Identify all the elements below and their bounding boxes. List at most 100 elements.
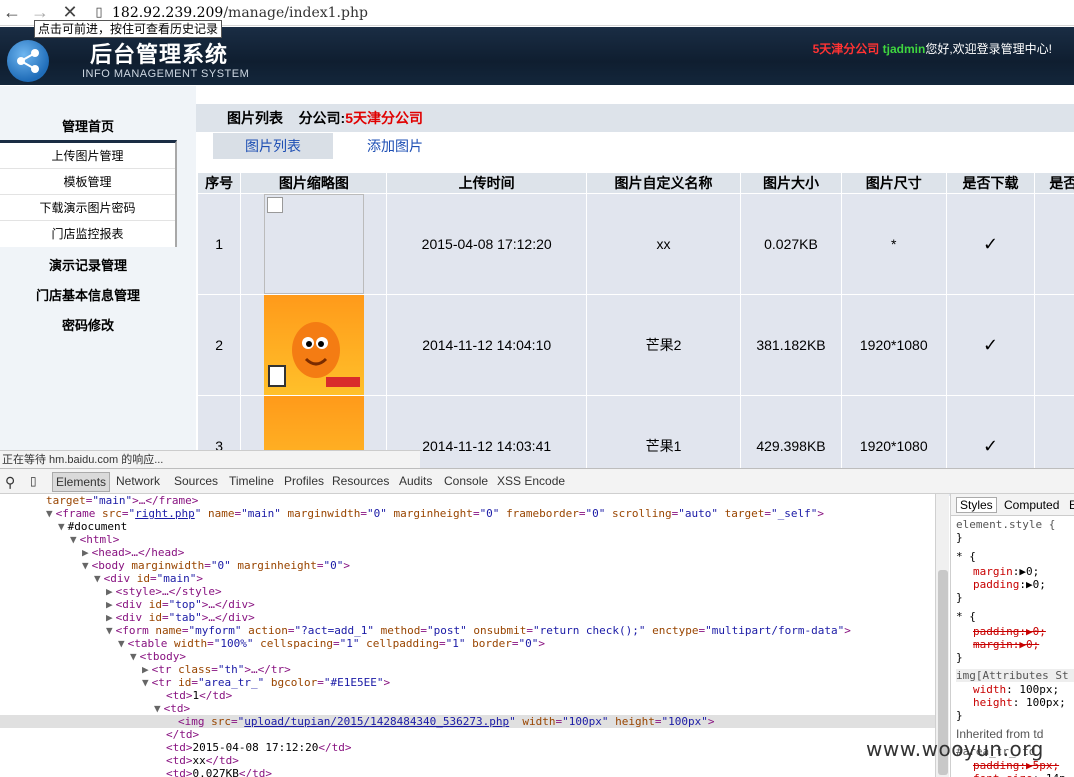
cell-no: 1 bbox=[198, 194, 241, 294]
sidebar-sub-download-password[interactable]: 下载演示图片密码 bbox=[0, 195, 175, 221]
styles-tab[interactable]: Styles bbox=[956, 497, 997, 513]
sidebar-sub-upload[interactable]: 上传图片管理 bbox=[0, 143, 175, 169]
devtools-tab-sources[interactable]: Sources bbox=[174, 474, 218, 488]
mobile-icon[interactable]: ▯ bbox=[30, 474, 37, 488]
check-icon: ✓ bbox=[1035, 194, 1074, 294]
col-dim: 图片尺寸 bbox=[841, 173, 946, 193]
table-row: 2 2014-11-12 14:04:10 芒果2 381.182KB 1920… bbox=[198, 295, 1074, 395]
cell-name: 芒果2 bbox=[586, 295, 741, 395]
forward-arrow-icon[interactable]: → bbox=[30, 2, 50, 22]
sidebar-item-store-info[interactable]: 门店基本信息管理 bbox=[0, 285, 176, 304]
dom-line[interactable]: ▼ <body marginwidth="0" marginheight="0"> bbox=[82, 559, 350, 572]
devtools-tab-console[interactable]: Console bbox=[444, 474, 488, 488]
style-prop[interactable]: margin:▶0; bbox=[973, 565, 1039, 578]
watermark-text: www.wooyun.org bbox=[866, 737, 1044, 761]
stop-icon[interactable]: ✕ bbox=[60, 2, 80, 22]
sidebar-item-home[interactable]: 管理首页 bbox=[0, 116, 176, 135]
header-company: 5天津分公司 bbox=[812, 42, 880, 56]
dom-line[interactable]: ▼ <frame src="right.php" name="main" marg… bbox=[46, 507, 824, 520]
screen: ← → ✕ ▯ 182.92.239.209/manage/index1.php… bbox=[0, 0, 1074, 777]
system-subtitle: INFO MANAGEMENT SYSTEM bbox=[82, 68, 250, 80]
dom-line[interactable]: ▶ <div id="tab">…</div> bbox=[106, 611, 255, 624]
dom-scrollbar[interactable] bbox=[935, 494, 949, 777]
col-name: 图片自定义名称 bbox=[586, 173, 741, 193]
style-prop-overridden[interactable]: padding:▶0; bbox=[973, 625, 1046, 638]
col-extra: 是否 bbox=[1035, 173, 1074, 193]
dom-line[interactable]: ▼ <html> bbox=[70, 533, 119, 546]
cell-time: 2014-11-12 14:04:10 bbox=[387, 295, 586, 395]
mango-thumbnail[interactable] bbox=[264, 295, 365, 395]
style-rule-attributes[interactable]: img[Attributes St bbox=[956, 669, 1074, 682]
dom-line[interactable]: ▶ <tr class="th">…</tr> bbox=[142, 663, 291, 676]
dom-line[interactable]: ▼ #document bbox=[58, 520, 127, 533]
dom-line[interactable]: target="main">…</frame> bbox=[46, 494, 198, 507]
style-rule-star[interactable]: * { bbox=[956, 550, 976, 563]
cell-thumb bbox=[241, 194, 387, 294]
dom-line[interactable]: ▼ <tbody> bbox=[130, 650, 186, 663]
devtools-tab-audits[interactable]: Audits bbox=[399, 474, 432, 488]
dom-line[interactable]: <td>1</td> bbox=[166, 689, 232, 702]
style-rule-element[interactable]: element.style { bbox=[956, 518, 1055, 531]
style-prop[interactable]: font-size: 14p bbox=[973, 772, 1066, 777]
table-header-row: 序号 图片缩略图 上传时间 图片自定义名称 图片大小 图片尺寸 是否下载 是否 bbox=[198, 173, 1074, 193]
tab-add-image[interactable]: 添加图片 bbox=[340, 133, 450, 159]
broken-image-icon[interactable] bbox=[264, 194, 365, 294]
dom-line[interactable]: <td>xx</td> bbox=[166, 754, 239, 767]
dom-line[interactable]: ▼ <td> bbox=[154, 702, 190, 715]
style-text: } bbox=[956, 709, 963, 722]
dom-line[interactable]: ▼ <table width="100%" cellspacing="1" cel… bbox=[118, 637, 545, 650]
event-listeners-tab[interactable]: E bbox=[1069, 498, 1074, 512]
dom-line[interactable]: ▼ <form name="myform" action="?act=add_1"… bbox=[106, 624, 851, 637]
dom-line[interactable]: <td>2015-04-08 17:12:20</td> bbox=[166, 741, 351, 754]
dom-line[interactable]: ▶ <style>…</style> bbox=[106, 585, 222, 598]
header-welcome: 您好,欢迎登录管理中心! bbox=[925, 42, 1052, 56]
back-arrow-icon[interactable]: ← bbox=[2, 2, 22, 22]
col-time: 上传时间 bbox=[387, 173, 586, 193]
cell-dim: * bbox=[841, 194, 946, 294]
styles-tabbar: Styles Computed E bbox=[951, 494, 1074, 516]
devtools-tab-timeline[interactable]: Timeline bbox=[229, 474, 274, 488]
company-name: 5天津分公司 bbox=[345, 110, 424, 126]
search-icon[interactable]: ⚲ bbox=[5, 474, 15, 491]
sidebar-sub-monitor[interactable]: 门店监控报表 bbox=[0, 221, 175, 247]
devtools-tab-profiles[interactable]: Profiles bbox=[284, 474, 324, 488]
sidebar-sub-template[interactable]: 模板管理 bbox=[0, 169, 175, 195]
col-size: 图片大小 bbox=[741, 173, 841, 193]
dom-line[interactable]: ▶ <div id="top">…</div> bbox=[106, 598, 255, 611]
share-logo-icon bbox=[7, 40, 49, 82]
devtools-tab-elements[interactable]: Elements bbox=[52, 472, 111, 492]
dom-line[interactable]: ▶ <head>…</head> bbox=[82, 546, 184, 559]
dom-line[interactable]: ▼ <div id="main"> bbox=[94, 572, 203, 585]
sidebar-item-password[interactable]: 密码修改 bbox=[0, 315, 176, 334]
style-prop[interactable]: height: 100px; bbox=[973, 696, 1066, 709]
style-prop-overridden[interactable]: margin:▶0; bbox=[973, 638, 1039, 651]
dom-tree[interactable]: target="main">…</frame> ▼ <frame src="rig… bbox=[0, 494, 935, 777]
cell-dim: 1920*1080 bbox=[841, 295, 946, 395]
dom-line[interactable]: </td> bbox=[166, 728, 199, 741]
dom-line[interactable]: ▼ <tr id="area_tr_" bgcolor="#E1E5EE"> bbox=[142, 676, 390, 689]
dom-line-selected[interactable]: <img src="upload/tupian/2015/1428484340_… bbox=[178, 715, 715, 728]
style-prop[interactable]: width: 100px; bbox=[973, 683, 1059, 696]
welcome-text: 5天津分公司 tjadmin您好,欢迎登录管理中心! bbox=[813, 40, 1052, 57]
styles-pane: Styles Computed E element.style { } * { … bbox=[950, 494, 1074, 777]
style-rule-star[interactable]: * { bbox=[956, 610, 976, 623]
sidebar-item-demo-records[interactable]: 演示记录管理 bbox=[0, 255, 176, 274]
devtools-tab-network[interactable]: Network bbox=[116, 474, 160, 488]
devtools-toolbar: ⚲ ▯ Elements Network Sources Timeline Pr… bbox=[0, 468, 1074, 494]
style-text: } bbox=[956, 531, 963, 544]
style-prop[interactable]: padding:▶0; bbox=[973, 578, 1046, 591]
col-thumb: 图片缩略图 bbox=[241, 173, 387, 193]
company-label: 分公司: bbox=[298, 110, 346, 126]
cell-thumb bbox=[241, 295, 387, 395]
heading-text: 图片列表 bbox=[227, 110, 283, 126]
col-download: 是否下载 bbox=[946, 173, 1035, 193]
dom-line[interactable]: <td>0.027KB</td> bbox=[166, 767, 272, 777]
url-path: /manage/index1.php bbox=[223, 5, 368, 21]
devtools-tab-resources[interactable]: Resources bbox=[332, 474, 389, 488]
tab-image-list[interactable]: 图片列表 bbox=[213, 133, 333, 159]
cell-name: xx bbox=[586, 194, 741, 294]
devtools-tab-xss-encode[interactable]: XSS Encode bbox=[497, 474, 565, 488]
url-domain: 182.92.239.209 bbox=[112, 5, 224, 21]
header-user: tjadmin bbox=[882, 42, 926, 56]
computed-tab[interactable]: Computed bbox=[1004, 498, 1059, 512]
